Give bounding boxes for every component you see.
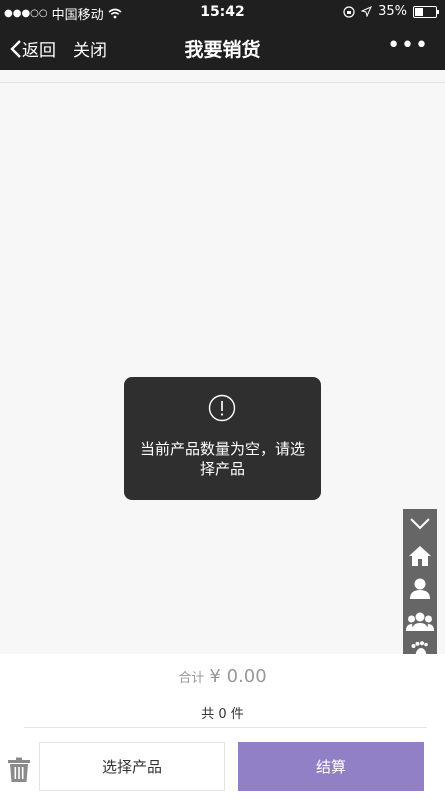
battery-fill (415, 7, 423, 16)
status-bar: ●●●○○ 中国移动 15:42 35% (0, 0, 445, 24)
toast-text: 当前产品数量为空，请选择产品 (139, 440, 305, 478)
alert-icon (208, 394, 236, 422)
checkout-button[interactable]: 结算 (238, 742, 424, 791)
toast-message: 当前产品数量为空，请选择产品 (124, 377, 321, 500)
cart-footer: 合计 ¥ 0.00 共 0 件 选择产品 结算 (0, 654, 445, 803)
chevron-down-icon[interactable] (403, 509, 437, 539)
choose-product-button[interactable]: 选择产品 (39, 742, 225, 791)
total-amount: ¥ 0.00 (209, 666, 267, 687)
trash-icon[interactable] (6, 757, 32, 783)
group-icon[interactable] (403, 606, 437, 636)
location-icon (361, 6, 373, 17)
battery-icon (413, 5, 439, 18)
orientation-lock-icon (343, 5, 355, 18)
status-right: 35% (343, 4, 439, 19)
home-icon[interactable] (403, 541, 437, 571)
footer-divider (24, 727, 427, 728)
page-title: 我要销货 (184, 39, 261, 61)
more-button[interactable]: ••• (387, 35, 429, 57)
content-divider (0, 82, 445, 83)
battery-percent: 35% (378, 4, 407, 19)
user-icon[interactable] (403, 573, 437, 603)
item-count: 共 0 件 (201, 707, 244, 722)
nav-bar: 返回 关闭 我要销货 ••• (0, 24, 445, 70)
total-row: 合计 ¥ 0.00 (0, 666, 445, 687)
total-label: 合计 (178, 671, 205, 686)
